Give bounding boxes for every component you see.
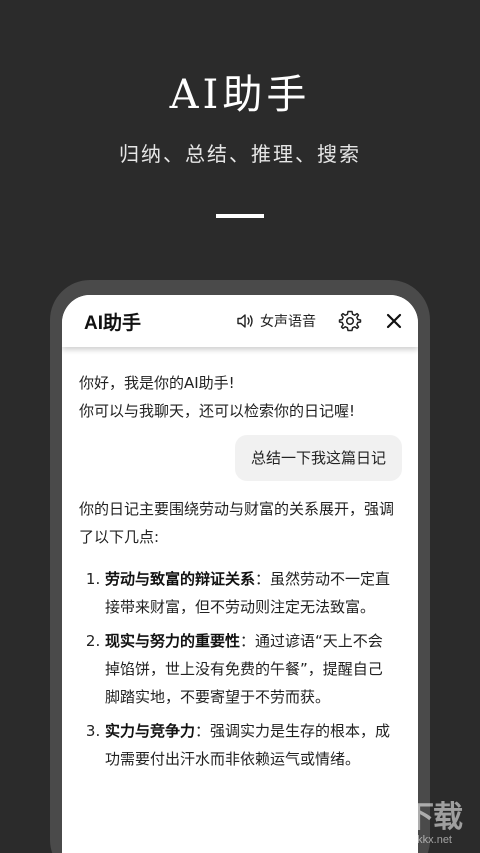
app-header: AI助手 女声语音 xyxy=(62,295,418,347)
app-title: AI助手 xyxy=(84,312,142,334)
ai-greeting-message: 你好，我是你的AI助手! 你可以与我聊天，还可以检索你的日记喔! xyxy=(79,369,402,425)
hero-subtitle: 归纳、总结、推理、搜索 xyxy=(119,142,361,166)
greeting-line-1: 你好，我是你的AI助手! xyxy=(79,374,235,392)
user-message-bubble: 总结一下我这篇日记 xyxy=(234,435,402,481)
close-button[interactable] xyxy=(384,311,404,331)
summary-points-list: 劳动与致富的辩证关系：虽然劳动不一定直接带来财富，但不劳动则注定无法致富。 现实… xyxy=(79,565,402,773)
hero-title: AI助手 xyxy=(169,72,311,118)
watermark-logo: KK下载 xyxy=(362,801,463,834)
voice-toggle-button[interactable]: 女声语音 xyxy=(236,311,316,331)
user-message-row: 总结一下我这篇日记 xyxy=(79,435,402,481)
list-item: 现实与努力的重要性：通过谚语“天上不会掉馅饼，世上没有免费的午餐”，提醒自己脚踏… xyxy=(105,627,402,711)
gear-icon xyxy=(338,310,362,332)
list-item: 劳动与致富的辩证关系：虽然劳动不一定直接带来财富，但不劳动则注定无法致富。 xyxy=(105,565,402,621)
voice-label: 女声语音 xyxy=(260,314,316,330)
hero-divider xyxy=(216,214,264,218)
watermark-url: www.kkx.net xyxy=(390,834,452,846)
chat-area[interactable]: 你好，我是你的AI助手! 你可以与我聊天，还可以检索你的日记喔! 总结一下我这篇… xyxy=(62,347,418,853)
ai-reply-intro: 你的日记主要围绕劳动与财富的关系展开，强调了以下几点: xyxy=(79,500,395,546)
phone-screen: AI助手 女声语音 你好，我是你的AI助手! 你可以与我聊天，还可以检索你的日记… xyxy=(62,295,418,853)
list-item: 实力与竞争力：强调实力是生存的根本，成功需要付出汗水而非依赖运气或情绪。 xyxy=(105,717,402,773)
settings-button[interactable] xyxy=(338,309,362,333)
speaker-icon xyxy=(237,314,253,328)
close-icon xyxy=(386,313,402,329)
greeting-line-2: 你可以与我聊天，还可以检索你的日记喔! xyxy=(79,402,356,420)
